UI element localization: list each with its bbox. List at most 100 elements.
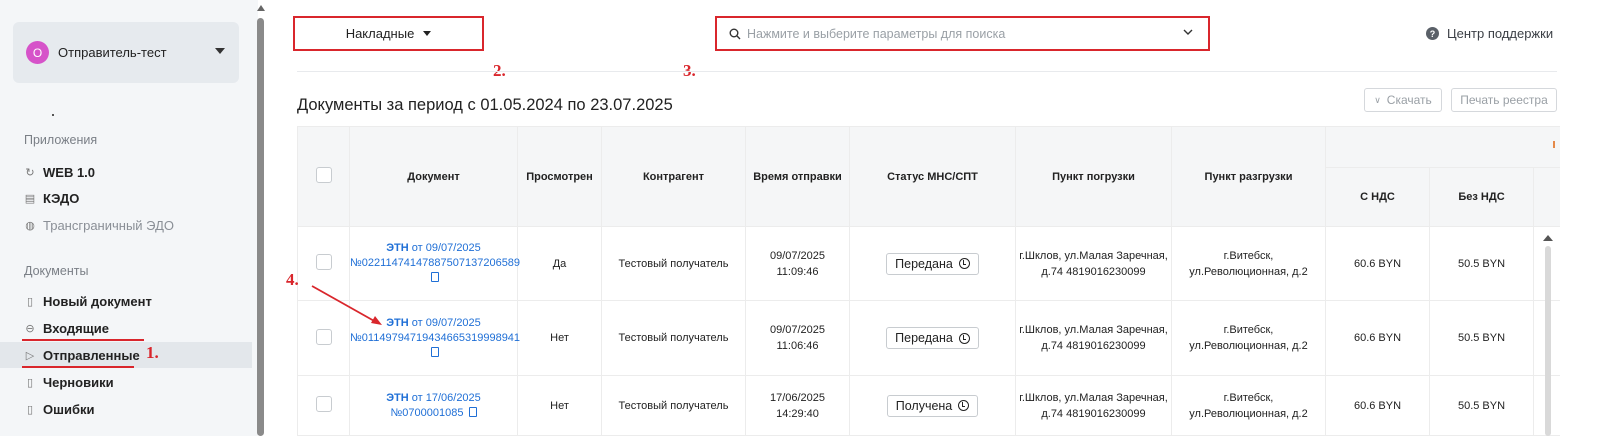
- select-all-checkbox[interactable]: [315, 167, 332, 183]
- new-document-icon: ▯: [26, 295, 34, 308]
- print-registry-button[interactable]: Печать реестра: [1451, 88, 1557, 112]
- with-vat-cell: 60.6 BYN: [1325, 300, 1430, 376]
- sidebar-item-sent[interactable]: ▷ Отправленные: [0, 342, 252, 368]
- caret-down-icon[interactable]: [215, 48, 225, 54]
- column-header-with-vat[interactable]: С НДС: [1325, 167, 1430, 227]
- column-header-status[interactable]: Статус МНС/СПТ: [849, 126, 1016, 227]
- status-badge[interactable]: Передана: [886, 327, 979, 349]
- annotation-underline: [22, 366, 134, 368]
- unload-point-line: г.Витебск,: [1223, 391, 1274, 404]
- unload-point-line: ул.Революционная, д.2: [1189, 265, 1308, 278]
- unload-point-line: г.Витебск,: [1223, 324, 1274, 336]
- column-header-document[interactable]: Документ: [349, 126, 518, 227]
- copy-icon[interactable]: [430, 346, 439, 357]
- status-badge[interactable]: Передана: [886, 252, 979, 275]
- annotation-underline: [22, 339, 144, 341]
- row-select-cell: [297, 375, 350, 436]
- table-row[interactable]: ЭТН от 17/06/2025 №0700001085 Нет Тестов…: [297, 375, 1560, 436]
- globe-icon: ◍: [25, 219, 35, 232]
- row-checkbox[interactable]: [315, 396, 332, 412]
- counterparty-cell: Тестовый получатель: [601, 226, 746, 301]
- counterparty-cell: Тестовый получатель: [601, 375, 746, 436]
- sidebar-item-incoming[interactable]: ⊖ Входящие: [0, 315, 252, 341]
- print-registry-label: Печать реестра: [1460, 93, 1548, 107]
- row-select-cell: [297, 226, 350, 301]
- table-scroll-thumb[interactable]: [1545, 246, 1551, 436]
- row-select-cell: [297, 300, 350, 376]
- counterparty-cell: Тестовый получатель: [601, 300, 746, 376]
- sent-time-cell: 09/07/2025 11:06:46: [745, 300, 850, 376]
- with-vat-cell: 60.6 BYN: [1325, 226, 1430, 301]
- load-point-cell: г.Шклов, ул.Малая Заречная, д.74 4819016…: [1015, 300, 1172, 376]
- sidebar-item-label: WEB 1.0: [43, 164, 96, 180]
- document-link[interactable]: ЭТН от 09/07/2025 №011497947194346653199…: [350, 316, 521, 361]
- status-label: Получена: [895, 398, 953, 413]
- section-title-docs: Документы: [24, 264, 89, 278]
- row-checkbox[interactable]: [315, 328, 332, 345]
- document-cell: ЭТН от 17/06/2025 №0700001085: [349, 375, 518, 436]
- header-select-all: [297, 126, 350, 227]
- table-scroll-up-icon[interactable]: [1543, 235, 1553, 241]
- documents-table: Документ Просмотрен Контрагент Время отп…: [297, 126, 1560, 436]
- unload-point-line: г.Витебск,: [1223, 249, 1274, 262]
- search-input[interactable]: [747, 26, 1177, 41]
- load-point-cell: г.Шклов, ул.Малая Заречная, д.74 4819016…: [1015, 375, 1172, 436]
- document-link[interactable]: ЭТН от 09/07/2025 №022114741478875071372…: [350, 241, 521, 286]
- search-box[interactable]: [715, 16, 1210, 51]
- copy-icon[interactable]: [430, 272, 439, 282]
- inbox-icon: ⊖: [25, 322, 35, 335]
- document-type-dropdown[interactable]: Накладные: [293, 16, 484, 51]
- divider: [297, 71, 1557, 72]
- help-center-label: Центр поддержки: [1447, 26, 1554, 41]
- sidebar-item-cross-border[interactable]: ◍ Трансграничный ЭДО: [0, 212, 252, 238]
- without-vat-cell: 50.5 BYN: [1429, 375, 1534, 436]
- chevron-down-icon[interactable]: [1182, 26, 1194, 38]
- sidebar-item-label: Входящие: [43, 320, 109, 336]
- with-vat-cell: 60.6 BYN: [1325, 375, 1430, 436]
- status-cell: Передана: [849, 300, 1016, 376]
- column-header-without-vat[interactable]: Без НДС: [1429, 167, 1534, 227]
- column-header-load-point[interactable]: Пункт погрузки: [1015, 126, 1172, 227]
- sent-date: 09/07/2025: [769, 324, 826, 336]
- column-header-sent-time[interactable]: Время отправки: [745, 126, 850, 227]
- account-switcher[interactable]: О Отправитель-тест: [13, 22, 239, 83]
- status-badge[interactable]: Получена: [886, 394, 979, 417]
- column-header-amount-group: [1324, 126, 1560, 168]
- sidebar-item-errors[interactable]: ▯ Ошибки: [0, 396, 252, 422]
- unload-point-line: ул.Революционная, д.2: [1189, 407, 1308, 420]
- sent-date: 17/06/2025: [769, 391, 826, 404]
- document-link[interactable]: ЭТН от 17/06/2025 №0700001085: [350, 391, 517, 421]
- refresh-icon: ↻: [25, 166, 35, 179]
- column-header-unload-point[interactable]: Пункт разгрузки: [1171, 126, 1326, 227]
- scroll-up-icon[interactable]: [257, 5, 265, 11]
- viewed-cell: Нет: [517, 300, 602, 376]
- row-checkbox[interactable]: [315, 254, 332, 270]
- download-button[interactable]: ∨ Скачать: [1364, 88, 1442, 112]
- table-row[interactable]: ЭТН от 09/07/2025 №022114741478875071372…: [297, 226, 1560, 301]
- scrollbar[interactable]: [256, 0, 265, 436]
- annotation-number-1: 1.: [146, 343, 159, 362]
- sent-time: 11:09:46: [776, 265, 819, 278]
- column-header-counterparty[interactable]: Контрагент: [601, 126, 746, 227]
- caret-down-icon: [423, 31, 432, 36]
- clock-icon: [958, 332, 970, 344]
- document-number: №01149794719434665319998941: [350, 331, 521, 344]
- column-header-viewed[interactable]: Просмотрен: [517, 126, 602, 227]
- help-center-link[interactable]: ? Центр поддержки: [1426, 26, 1553, 41]
- load-point-line: г.Шклов, ул.Малая Заречная,: [1019, 249, 1168, 262]
- document-number: №0700001085: [390, 406, 464, 419]
- copy-icon[interactable]: [468, 406, 477, 417]
- document-list-icon: ▤: [24, 192, 36, 205]
- status-label: Передана: [895, 256, 953, 271]
- error-document-icon: ▯: [26, 403, 34, 416]
- scroll-thumb[interactable]: [257, 18, 264, 436]
- document-date: от 09/07/2025: [411, 242, 481, 254]
- sidebar-item-kedo[interactable]: ▤ КЭДО: [0, 185, 252, 211]
- sent-date: 09/07/2025: [769, 249, 826, 262]
- document-number: №02211474147887507137206589: [350, 257, 521, 269]
- sidebar-item-new-document[interactable]: ▯ Новый документ: [0, 288, 252, 314]
- sidebar-item-drafts[interactable]: ▯ Черновики: [0, 369, 252, 395]
- table-row[interactable]: ЭТН от 09/07/2025 №011497947194346653199…: [297, 300, 1560, 376]
- sidebar: О Отправитель-тест Приложения ↻ WEB 1.0 …: [0, 0, 258, 436]
- sidebar-item-web10[interactable]: ↻ WEB 1.0: [0, 159, 252, 185]
